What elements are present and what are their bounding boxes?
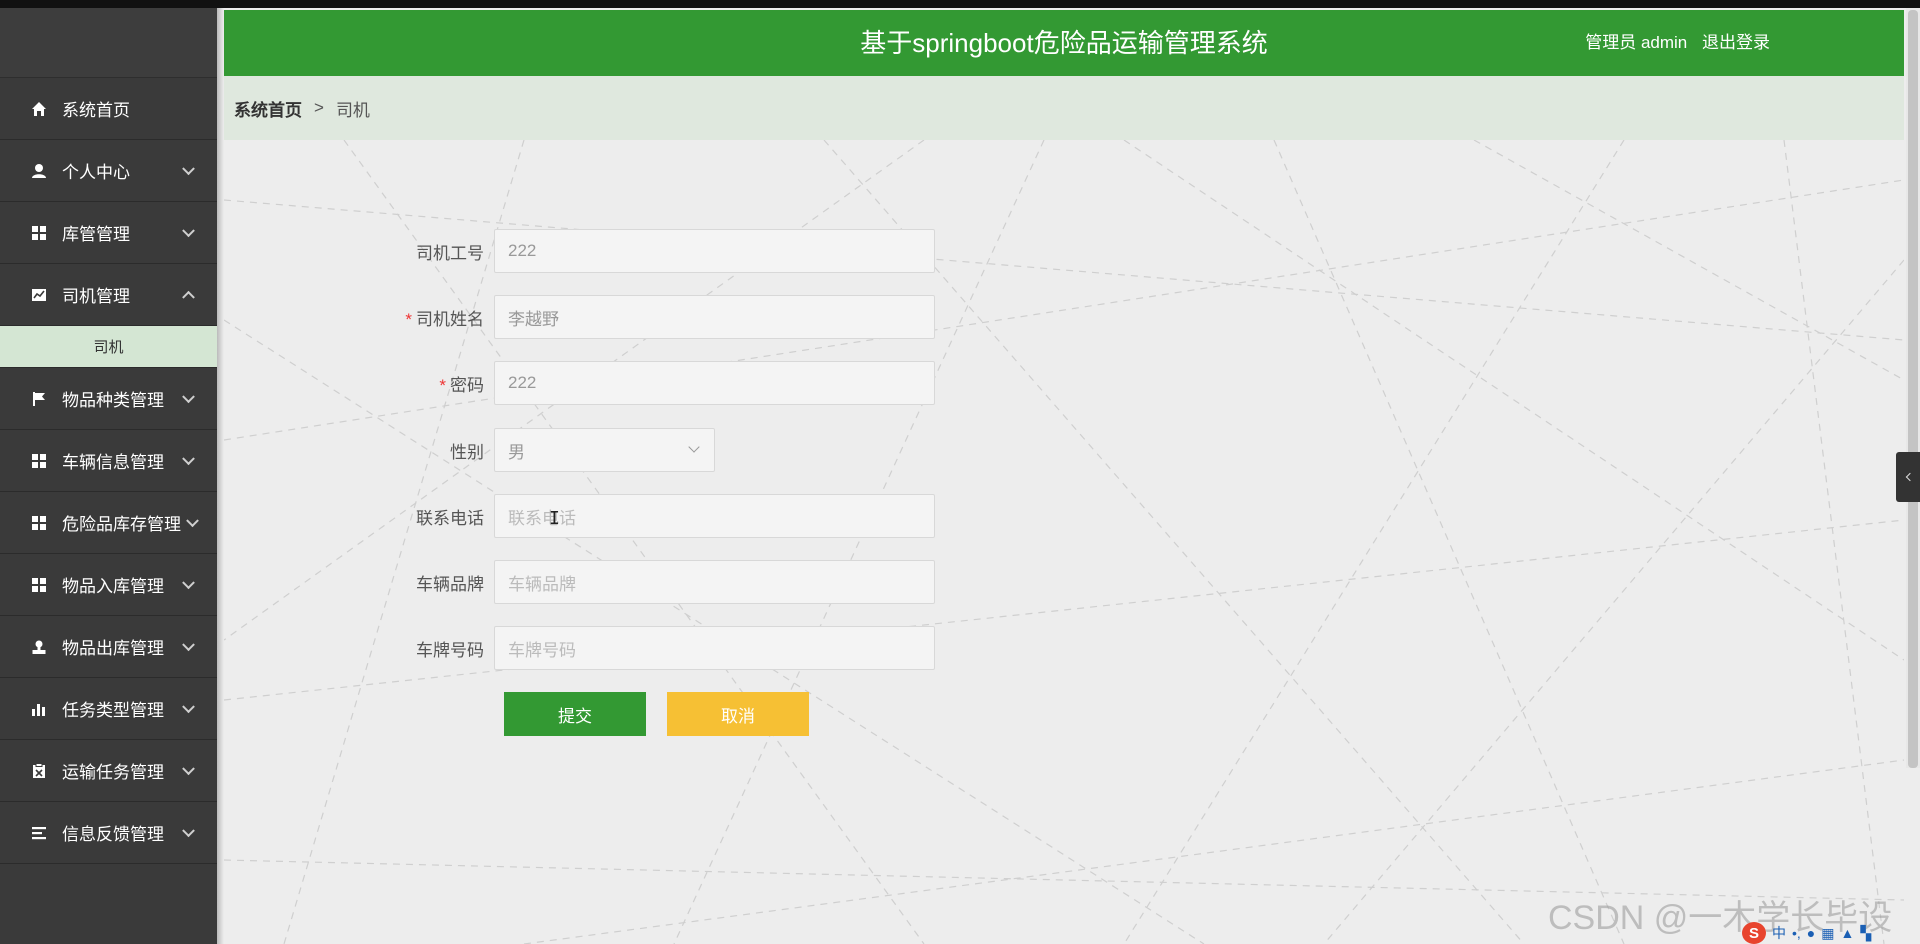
form-row-phone: 联系电话 联系电话 — [224, 494, 935, 538]
chevron-up-icon — [182, 290, 195, 304]
form-row-gender: 性别 男 — [224, 428, 715, 472]
header-user-area: 管理员 admin 退出登录 — [1575, 10, 1770, 76]
form-row-password: * 密码 222 — [224, 361, 935, 405]
user-role-label: 管理员 admin — [1585, 33, 1688, 52]
chevron-down-icon — [182, 575, 195, 589]
field-label: * 司机姓名 — [405, 309, 484, 329]
gender-select-value: 男 — [508, 442, 525, 462]
sidebar-item-label: 库管管理 — [62, 225, 130, 244]
bar-chart-icon — [30, 700, 48, 718]
field-label: * 密码 — [439, 375, 484, 395]
field-label: 司机工号 — [416, 243, 484, 263]
field-label: 车牌号码 — [416, 640, 484, 660]
side-panel-toggle[interactable] — [1896, 452, 1920, 502]
sidebar-item-stock-out[interactable]: 物品出库管理 — [0, 616, 217, 678]
home-icon — [30, 100, 48, 118]
chart-icon — [30, 286, 48, 304]
chevron-down-icon — [182, 761, 195, 775]
keyboard-icon: ▦ — [1821, 924, 1835, 941]
sidebar-item-label: 司机管理 — [62, 287, 130, 306]
driver-id-input[interactable]: 222 — [494, 229, 935, 273]
sidebar-shadow — [217, 8, 224, 944]
sidebar-item-label: 运输任务管理 — [62, 763, 164, 782]
sidebar-item-label: 物品出库管理 — [62, 639, 164, 658]
sidebar-item-item-category[interactable]: 物品种类管理 — [0, 368, 217, 430]
chevron-down-icon — [182, 223, 195, 237]
phone-input[interactable]: 联系电话 — [494, 494, 935, 538]
sidebar-item-personal-center[interactable]: 个人中心 — [0, 140, 217, 202]
vehicle-brand-input[interactable]: 车辆品牌 — [494, 560, 935, 604]
skin-icon: ▲ — [1840, 925, 1855, 941]
sidebar-item-label: 车辆信息管理 — [62, 453, 164, 472]
ime-lang: 中 — [1772, 925, 1786, 941]
grid-icon — [30, 514, 48, 532]
chevron-down-icon — [182, 451, 195, 465]
user-icon — [30, 162, 48, 180]
breadcrumb: 系统首页 > 司机 — [224, 76, 1904, 140]
gender-select[interactable]: 男 — [494, 428, 715, 472]
plate-number-input[interactable]: 车牌号码 — [494, 626, 935, 670]
form-row-vehicle-brand: 车辆品牌 车辆品牌 — [224, 560, 935, 604]
stamp-icon — [30, 638, 48, 656]
chevron-down-icon — [182, 699, 195, 713]
window-top-border — [0, 0, 1920, 8]
breadcrumb-home[interactable]: 系统首页 — [234, 96, 302, 121]
grid-icon — [30, 452, 48, 470]
sidebar-item-driver-admin[interactable]: 司机管理 — [0, 264, 217, 326]
sidebar-item-warehouse-admin[interactable]: 库管管理 — [0, 202, 217, 264]
chevron-down-icon — [688, 441, 700, 453]
text-cursor-icon: I — [549, 508, 560, 529]
list-icon — [30, 824, 48, 842]
form-row-driver-id: 司机工号 222 — [224, 229, 935, 273]
sidebar-item-stock-in[interactable]: 物品入库管理 — [0, 554, 217, 616]
sidebar-logo-area — [0, 8, 217, 78]
password-input[interactable]: 222 — [494, 361, 935, 405]
sidebar-item-label: 个人中心 — [62, 163, 130, 182]
chevron-down-icon — [182, 161, 195, 175]
sidebar: 系统首页 个人中心 库管管理 司机管理 司机 物品种类管理 车辆信息管理 危险品… — [0, 8, 217, 944]
submit-button[interactable]: 提交 — [504, 692, 646, 736]
punctuation-icon: •, — [1792, 925, 1801, 941]
flag-icon — [30, 390, 48, 408]
sidebar-item-vehicle-info[interactable]: 车辆信息管理 — [0, 430, 217, 492]
clipboard-icon — [30, 762, 48, 780]
main-content: 司机工号 222 * 司机姓名 李越野 * 密码 222 性别 男 联系电话 联系电… — [224, 140, 1904, 944]
driver-name-input[interactable]: 李越野 — [494, 295, 935, 339]
sidebar-item-label: 危险品库存管理 — [62, 515, 181, 534]
sidebar-item-feedback[interactable]: 信息反馈管理 — [0, 802, 217, 864]
chevron-down-icon — [182, 389, 195, 403]
chevron-down-icon — [182, 823, 195, 837]
cancel-button[interactable]: 取消 — [667, 692, 809, 736]
breadcrumb-current: 司机 — [335, 100, 370, 120]
top-header: 基于springboot危险品运输管理系统 管理员 admin 退出登录 — [224, 10, 1904, 76]
grid-icon — [30, 224, 48, 242]
sidebar-item-task-type[interactable]: 任务类型管理 — [0, 678, 217, 740]
sidebar-item-hazmat-inventory[interactable]: 危险品库存管理 — [0, 492, 217, 554]
sidebar-item-label: 任务类型管理 — [62, 701, 164, 720]
sidebar-item-home[interactable]: 系统首页 — [0, 78, 217, 140]
microphone-icon: ● — [1806, 925, 1816, 941]
breadcrumb-separator: > — [314, 98, 324, 117]
form-row-plate-number: 车牌号码 车牌号码 — [224, 626, 935, 670]
ime-logo: S — [1742, 922, 1766, 944]
sidebar-item-label: 信息反馈管理 — [62, 825, 164, 844]
grid-icon — [30, 576, 48, 594]
chevron-down-icon — [182, 637, 195, 651]
form-row-driver-name: * 司机姓名 李越野 — [224, 295, 935, 339]
field-label: 车辆品牌 — [416, 574, 484, 594]
toolbox-icon: ▚ — [1860, 924, 1872, 941]
field-label: 性别 — [450, 442, 484, 462]
chevron-down-icon — [186, 513, 199, 527]
sidebar-subitem-label: 司机 — [93, 339, 124, 356]
scrollbar-thumb[interactable] — [1908, 10, 1918, 768]
ime-toolbar[interactable]: S 中 •, ● ▦ ▲ ▚ — [1742, 922, 1871, 944]
sidebar-subitem-driver[interactable]: 司机 — [0, 326, 217, 368]
logout-link[interactable]: 退出登录 — [1702, 33, 1770, 52]
sidebar-item-label: 系统首页 — [62, 101, 130, 120]
field-label: 联系电话 — [416, 508, 484, 528]
sidebar-item-transport-task[interactable]: 运输任务管理 — [0, 740, 217, 802]
sidebar-item-label: 物品种类管理 — [62, 391, 164, 410]
sidebar-item-label: 物品入库管理 — [62, 577, 164, 596]
chevron-left-icon — [1905, 472, 1914, 482]
